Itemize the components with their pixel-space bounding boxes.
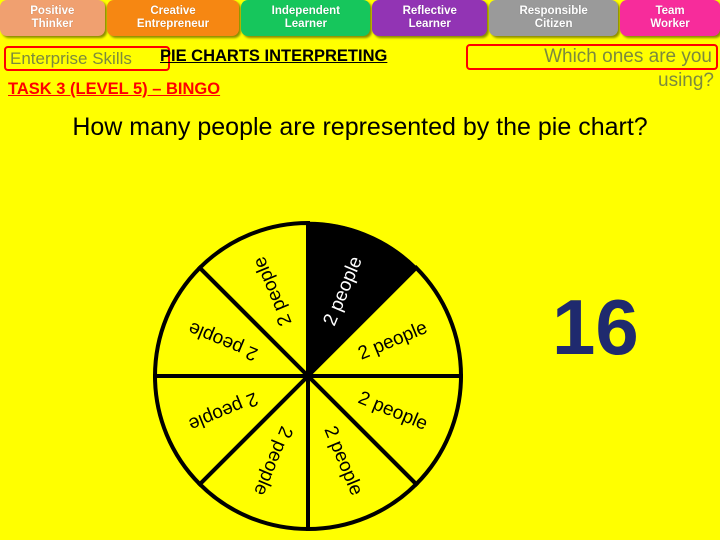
skill-tab-label-line2: Entrepreneur <box>136 18 210 30</box>
skill-tab-label-line1: Team <box>655 5 685 17</box>
skill-tab-label-line1: Responsible <box>519 5 588 17</box>
skill-tab-responsible-citizen[interactable]: Responsible Citizen <box>489 0 619 36</box>
skills-tab-bar: Positive Thinker Creative Entrepreneur I… <box>0 0 720 36</box>
skills-prompt-text-line1: Which ones are you <box>544 46 712 67</box>
skill-tab-label-line1: Creative <box>150 5 196 17</box>
skill-tab-reflective-learner[interactable]: Reflective Learner <box>372 0 488 36</box>
answer-value: 16 <box>552 283 639 371</box>
skill-tab-team-worker[interactable]: Team Worker <box>620 0 720 36</box>
skill-tab-label-line1: Reflective <box>402 5 457 17</box>
task-title: TASK 3 (LEVEL 5) – BINGO <box>8 80 221 98</box>
skills-prompt-line1: Which ones are you <box>466 44 718 70</box>
skill-tab-label-line2: Learner <box>284 18 327 30</box>
skills-prompt-line2: using? <box>658 70 714 91</box>
skill-tab-label-line2: Citizen <box>534 18 573 30</box>
skill-tab-positive-thinker[interactable]: Positive Thinker <box>0 0 105 36</box>
enterprise-skills-label: Enterprise Skills <box>4 46 170 71</box>
skill-tab-label-line2: Worker <box>650 18 690 30</box>
skill-tab-label-line2: Thinker <box>31 18 74 30</box>
page-title: How many people are represented by the p… <box>72 113 648 141</box>
pie-chart: 2 people 2 people 2 people 2 people 2 people… <box>152 220 464 532</box>
pie-chart-svg: 2 people2 people2 people2 people2 people… <box>152 220 464 532</box>
skill-tab-independent-learner[interactable]: Independent Learner <box>241 0 371 36</box>
pie-slice-group <box>152 220 464 532</box>
skill-tab-label-line2: Learner <box>408 18 451 30</box>
skill-tab-label-line1: Positive <box>30 5 75 17</box>
topic-title: PIE CHARTS INTERPRETING <box>160 47 388 65</box>
skill-tab-label-line1: Independent <box>271 5 341 17</box>
skill-tab-creative-entrepreneur[interactable]: Creative Entrepreneur <box>106 0 240 36</box>
enterprise-skills-text: Enterprise Skills <box>10 48 132 68</box>
